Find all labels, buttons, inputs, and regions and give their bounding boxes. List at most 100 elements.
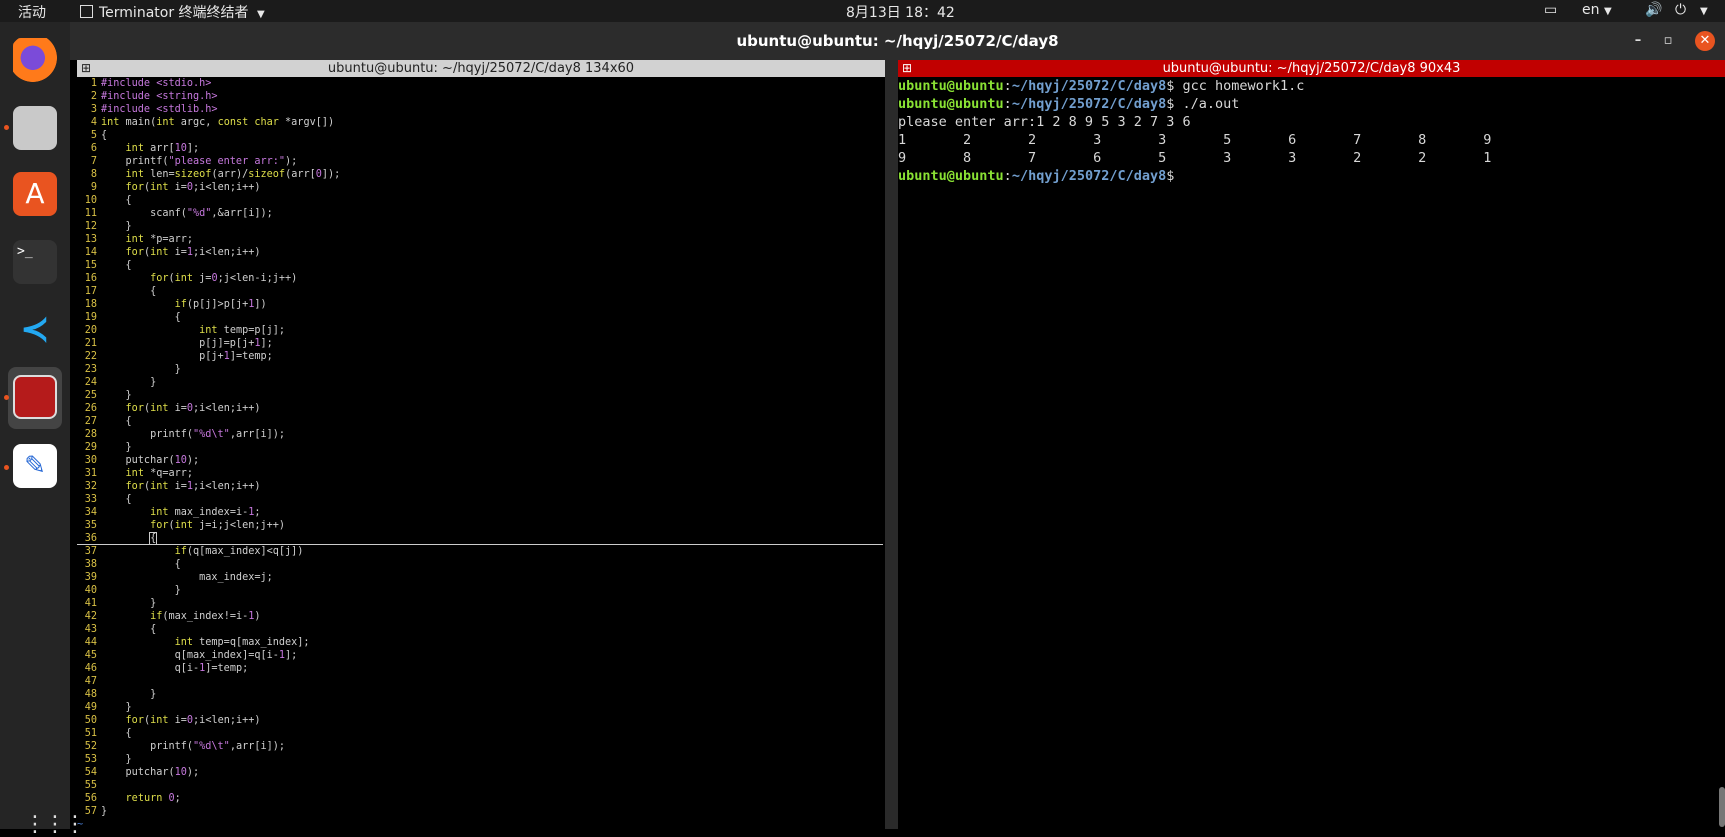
code-editor[interactable]: 1 #include <stdio.h> 2 #include <string.h> 3… <box>77 77 885 829</box>
running-indicator <box>4 125 9 130</box>
output-line: 1 2 2 3 3 5 6 7 8 9 <box>898 132 1492 148</box>
line-number: 26 <box>84 403 97 414</box>
code-text: for(int i=0;i<len;i++) <box>125 715 261 726</box>
keyboard-icon[interactable]: ▭ <box>1544 2 1557 18</box>
code-line: 40 } <box>77 584 885 597</box>
code-line: 1 #include <stdio.h> <box>77 77 885 90</box>
chevron-down-icon: ▼ <box>1603 6 1612 17</box>
code-line: 15 { <box>77 259 885 272</box>
line-number: 31 <box>84 468 97 479</box>
line-number: 38 <box>84 559 97 570</box>
code-text: scanf("%d",&arr[i]); <box>101 208 273 219</box>
code-line: 41 } <box>77 597 885 610</box>
left-terminal-pane[interactable]: 1 #include <stdio.h> 2 #include <string.h> 3… <box>77 77 885 829</box>
cursor-line <box>77 544 883 545</box>
code-text: max_index=j; <box>101 572 273 583</box>
code-text: } <box>101 702 132 713</box>
clock[interactable]: 8月13日 18：42 <box>846 2 955 22</box>
prompt-path: ~/hqyj/25072/C/day8 <box>1011 78 1167 94</box>
line-number: 57 <box>84 806 97 817</box>
code-text: if(p[j]>p[j+1]) <box>174 299 267 310</box>
code-line: 23 } <box>77 363 885 376</box>
scrollbar[interactable] <box>1719 787 1725 827</box>
code-line: 2 #include <string.h> <box>77 90 885 103</box>
activities-button[interactable]: 活动 <box>18 2 46 22</box>
code-text: q[max_index]=q[i-1]; <box>101 650 298 661</box>
line-number: 28 <box>84 429 97 440</box>
line-number: 9 <box>90 182 97 193</box>
line-number: 8 <box>90 169 97 180</box>
code-text: putchar(10); <box>101 767 200 778</box>
code-line: 21 p[j]=p[j+1]; <box>77 337 885 350</box>
files-icon[interactable] <box>13 106 57 150</box>
code-text: printf("please enter arr:"); <box>101 156 298 167</box>
code-line: 12 } <box>77 220 885 233</box>
left-pane-header[interactable]: ⊞ ubuntu@ubuntu: ~/hqyj/25072/C/day8 134… <box>77 60 885 77</box>
terminal-small-icon <box>80 5 93 18</box>
vscode-icon[interactable]: ≺ <box>13 308 57 352</box>
line-number: 14 <box>84 247 97 258</box>
window-titlebar[interactable]: ubuntu@ubuntu: ~/hqyj/25072/C/day8 – ▫ ✕ <box>70 22 1725 60</box>
language-label: en <box>1582 2 1600 18</box>
code-line: 14 for(int i=1;i<len;i++) <box>77 246 885 259</box>
maximize-button[interactable]: ▫ <box>1658 31 1678 51</box>
code-text: int main(int argc, const char *argv[]) <box>101 117 335 128</box>
line-number: 50 <box>84 715 97 726</box>
close-button[interactable]: ✕ <box>1695 31 1715 51</box>
terminal-output[interactable]: ubuntu@ubuntu:~/hqyj/25072/C/day8$ gcc h… <box>898 77 1725 185</box>
code-line: 37 if(q[max_index]<q[j]) <box>77 545 885 558</box>
software-store-icon[interactable]: A <box>13 172 57 216</box>
code-line: 11 scanf("%d",&arr[i]); <box>77 207 885 220</box>
pane-splitter[interactable] <box>885 60 898 829</box>
code-line: 35 for(int j=i;j<len;j++) <box>77 519 885 532</box>
minimize-button[interactable]: – <box>1628 31 1648 51</box>
code-line: 3 #include <stdlib.h> <box>77 103 885 116</box>
text-editor-icon[interactable]: ✎ <box>13 444 57 488</box>
language-indicator[interactable]: en ▼ <box>1582 2 1612 18</box>
code-line: 42 if(max_index!=i-1) <box>77 610 885 623</box>
code-line: 24 } <box>77 376 885 389</box>
code-line: 47 <box>77 675 885 688</box>
code-text: int max_index=i-1; <box>150 507 261 518</box>
firefox-icon[interactable] <box>13 38 57 82</box>
code-text: if(max_index!=i-1) <box>150 611 261 622</box>
code-text: if(q[max_index]<q[j]) <box>174 546 304 557</box>
line-number: 5 <box>90 130 97 141</box>
right-terminal-pane[interactable]: ubuntu@ubuntu:~/hqyj/25072/C/day8$ gcc h… <box>898 77 1725 829</box>
grid-icon[interactable]: ⊞ <box>902 60 912 77</box>
code-line: 34 int max_index=i-1; <box>77 506 885 519</box>
output-line: please enter arr:1 2 8 9 5 3 2 7 3 6 <box>898 114 1191 130</box>
line-number: 41 <box>84 598 97 609</box>
volume-icon[interactable]: 🔊 <box>1645 2 1662 18</box>
code-text: } <box>101 221 132 232</box>
code-line: 13 int *p=arr; <box>77 233 885 246</box>
app-grid-icon[interactable]: ⋮⋮⋮ <box>24 812 86 837</box>
code-line: 22 p[j+1]=temp; <box>77 350 885 363</box>
app-menu[interactable]: Terminator 终端终结者 ▼ <box>80 2 265 22</box>
line-number: 43 <box>84 624 97 635</box>
code-text: { <box>149 532 158 545</box>
power-icon[interactable]: ⏻ <box>1675 2 1686 18</box>
right-pane-header[interactable]: ⊞ ubuntu@ubuntu: ~/hqyj/25072/C/day8 90x… <box>898 60 1725 77</box>
line-number: 21 <box>84 338 97 349</box>
line-number: 22 <box>84 351 97 362</box>
line-number: 39 <box>84 572 97 583</box>
line-number: 56 <box>84 793 97 804</box>
prompt-user: ubuntu@ubuntu <box>898 168 1004 184</box>
line-number: 32 <box>84 481 97 492</box>
terminal-icon[interactable]: >_ <box>13 240 57 284</box>
code-line: 9 for(int i=0;i<len;i++) <box>77 181 885 194</box>
chevron-down-icon[interactable]: ▼ <box>1700 2 1708 18</box>
code-text: #include <string.h> <box>101 91 218 102</box>
line-number: 49 <box>84 702 97 713</box>
terminator-icon[interactable] <box>13 375 57 419</box>
code-line: 31 int *q=arr; <box>77 467 885 480</box>
code-line: 30 putchar(10); <box>77 454 885 467</box>
code-text: } <box>101 754 132 765</box>
grid-icon[interactable]: ⊞ <box>81 60 91 77</box>
line-number: 23 <box>84 364 97 375</box>
line-number: 34 <box>84 507 97 518</box>
code-line: 8 int len=sizeof(arr)/sizeof(arr[0]); <box>77 168 885 181</box>
line-number: 52 <box>84 741 97 752</box>
code-text: #include <stdio.h> <box>101 78 212 89</box>
